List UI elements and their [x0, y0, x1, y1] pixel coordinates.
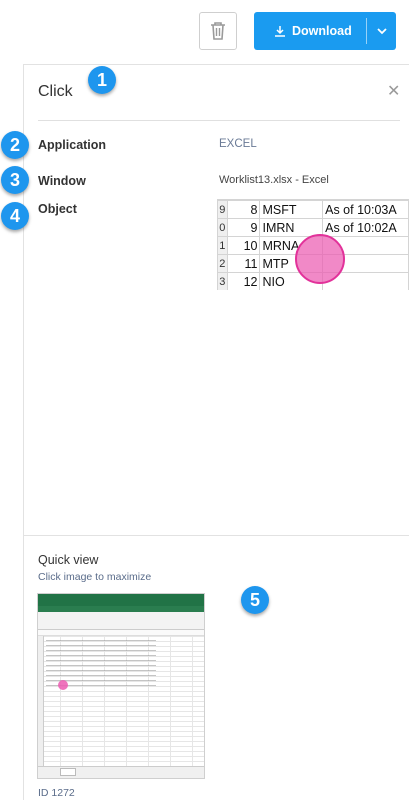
- row-header: 9: [217, 200, 229, 219]
- quick-view-thumbnail[interactable]: [37, 593, 205, 779]
- object-label: Object: [38, 202, 77, 216]
- thumbnail-ribbon: [38, 612, 204, 630]
- step-title: Click: [38, 83, 73, 100]
- cell-ticker: MSFT: [259, 200, 324, 219]
- download-label: Download: [292, 24, 352, 38]
- window-label: Window: [38, 174, 86, 188]
- thumbnail-row-headers: [38, 636, 44, 766]
- cell-status: As of 10:02A: [322, 218, 409, 237]
- page: Download Click ✕ Application EXCEL Windo…: [0, 0, 409, 800]
- close-icon[interactable]: ✕: [387, 81, 400, 101]
- step-badge-1: 1: [88, 66, 116, 94]
- quick-view-hint: Click image to maximize: [38, 571, 152, 583]
- row-header: 1: [217, 236, 229, 255]
- cell-number: 10: [227, 236, 261, 255]
- delete-button[interactable]: [199, 12, 237, 50]
- chevron-down-icon: [376, 28, 387, 35]
- quick-view-title: Quick view: [38, 553, 99, 567]
- cell-status: As of 10:03A: [322, 200, 409, 219]
- trash-icon: [211, 22, 225, 40]
- step-badge-3: 3: [1, 166, 29, 194]
- download-button[interactable]: Download: [254, 12, 366, 50]
- application-label: Application: [38, 138, 107, 152]
- thumbnail-title-bar: [38, 594, 204, 606]
- click-marker: [295, 234, 345, 284]
- download-options-button[interactable]: [367, 12, 396, 50]
- row-header: 2: [217, 254, 229, 273]
- step-badge-5: 5: [241, 586, 269, 614]
- thumbnail-sheet-tab: [60, 768, 76, 776]
- cell-number: 11: [227, 254, 261, 273]
- step-id: ID 1272: [38, 787, 75, 799]
- cell-number: 9: [227, 218, 261, 237]
- row-header: 3: [217, 272, 229, 290]
- header-divider: [38, 120, 400, 121]
- table-row: 9 8 MSFT As of 10:03A: [217, 200, 409, 219]
- cell-number: 12: [227, 272, 261, 290]
- download-icon: [275, 26, 285, 37]
- application-value: EXCEL: [219, 138, 257, 150]
- step-badge-4: 4: [1, 202, 29, 230]
- download-split-button: Download: [254, 12, 396, 50]
- cell-number: 8: [227, 200, 261, 219]
- quick-view-divider: [24, 535, 409, 536]
- row-header: 0: [217, 218, 229, 237]
- thumbnail-click-marker: [58, 680, 68, 690]
- step-badge-2: 2: [1, 131, 29, 159]
- window-value: Worklist13.xlsx - Excel: [219, 174, 329, 186]
